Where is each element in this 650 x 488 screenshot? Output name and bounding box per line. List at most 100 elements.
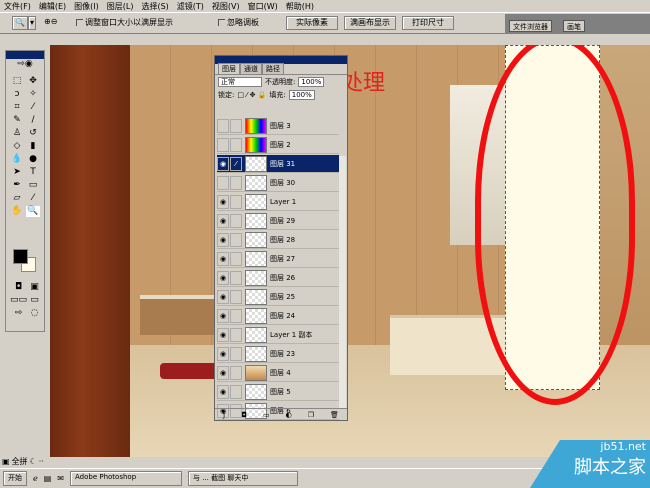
menu-item[interactable]: 视图(V): [212, 1, 240, 12]
ignore-palettes-checkbox[interactable]: 忽略调板: [218, 17, 259, 28]
notes-tool-icon[interactable]: ▱: [10, 193, 24, 204]
link-toggle[interactable]: [230, 384, 242, 399]
adjustment-layer-icon[interactable]: ◐: [286, 411, 292, 419]
layer-row[interactable]: 图层 2: [217, 136, 339, 154]
layer-row[interactable]: ◉ 图层 26: [217, 269, 339, 287]
actual-pixels-button[interactable]: 实际像素: [286, 16, 338, 30]
visibility-eye-icon[interactable]: ◉: [217, 365, 229, 380]
desktop-icon[interactable]: ▤: [44, 474, 52, 483]
add-mask-icon[interactable]: ◘: [241, 411, 247, 419]
link-toggle[interactable]: [230, 175, 242, 190]
visibility-eye-icon[interactable]: ◉: [217, 194, 229, 209]
visibility-eye-icon[interactable]: ◉: [217, 251, 229, 266]
lasso-tool-icon[interactable]: ↄ: [10, 89, 24, 100]
link-toggle[interactable]: [230, 346, 242, 361]
link-toggle[interactable]: [230, 251, 242, 266]
visibility-eye-icon[interactable]: ◉: [217, 308, 229, 323]
screen-mode-icon[interactable]: ▭▭: [10, 295, 27, 306]
layer-row[interactable]: ◉ 图层 28: [217, 231, 339, 249]
visibility-eye-icon[interactable]: ◉: [217, 327, 229, 342]
layer-row[interactable]: ◉ 图层 5: [217, 383, 339, 401]
marquee-tool-icon[interactable]: ⬚: [10, 76, 24, 87]
blur-tool-icon[interactable]: 💧: [10, 154, 24, 165]
tab-channels[interactable]: 通道: [240, 63, 262, 74]
brush-tool-icon[interactable]: /: [26, 115, 40, 126]
visibility-eye-icon[interactable]: ◉: [217, 270, 229, 285]
document-canvas[interactable]: [50, 45, 650, 457]
start-button[interactable]: 开始: [3, 471, 27, 486]
visibility-eye-icon[interactable]: [217, 137, 229, 152]
toolbox-titlebar[interactable]: [6, 51, 44, 59]
magic-wand-icon[interactable]: ✧: [26, 89, 40, 100]
layer-row[interactable]: ◉ 图层 4: [217, 364, 339, 382]
history-brush-icon[interactable]: ↺: [26, 128, 40, 139]
link-toggle[interactable]: [230, 213, 242, 228]
tab-paths[interactable]: 路径: [262, 63, 284, 74]
link-toggle[interactable]: [230, 194, 242, 209]
visibility-eye-icon[interactable]: [217, 175, 229, 190]
blend-mode-select[interactable]: 正常: [218, 76, 262, 87]
link-toggle[interactable]: [230, 308, 242, 323]
link-toggle[interactable]: [230, 232, 242, 247]
menu-item[interactable]: 滤镜(T): [177, 1, 204, 12]
layer-row[interactable]: ◉ ⁄ 图层 31: [217, 155, 339, 173]
layer-row[interactable]: ◉ 图层 25: [217, 288, 339, 306]
type-tool-icon[interactable]: T: [26, 167, 40, 178]
zoom-tool-icon[interactable]: 🔍: [26, 206, 40, 217]
zoom-in-out-icons[interactable]: ⊕⊖: [44, 17, 57, 26]
taskbar-chat[interactable]: 与 ... 截图 聊天中: [188, 471, 298, 486]
link-toggle[interactable]: [230, 289, 242, 304]
layer-row[interactable]: ◉ 图层 29: [217, 212, 339, 230]
menu-item[interactable]: 选择(S): [141, 1, 168, 12]
move-tool-icon[interactable]: ✥: [26, 76, 40, 87]
outlook-icon[interactable]: ✉: [57, 474, 64, 483]
visibility-eye-icon[interactable]: [217, 118, 229, 133]
menu-item[interactable]: 窗口(W): [248, 1, 278, 12]
layer-row[interactable]: ◉ Layer 1 副本: [217, 326, 339, 344]
eraser-tool-icon[interactable]: ◇: [10, 141, 24, 152]
shape-tool-icon[interactable]: ▭: [26, 180, 40, 191]
foreground-color-swatch[interactable]: [13, 249, 28, 264]
slice-tool-icon[interactable]: ⁄: [26, 102, 40, 113]
layer-row[interactable]: ◉ 图层 23: [217, 345, 339, 363]
standard-mode-icon[interactable]: ◘: [10, 282, 27, 293]
menu-item[interactable]: 编辑(E): [39, 1, 66, 12]
print-size-button[interactable]: 打印尺寸: [402, 16, 454, 30]
tab-brushes[interactable]: 画笔: [563, 20, 585, 32]
visibility-eye-icon[interactable]: ◉: [217, 289, 229, 304]
link-toggle[interactable]: [230, 137, 242, 152]
tab-file-browser[interactable]: 文件浏览器: [509, 20, 552, 32]
visibility-eye-icon[interactable]: ◉: [217, 213, 229, 228]
pen-tool-icon[interactable]: ✒: [10, 180, 24, 191]
stamp-tool-icon[interactable]: ♙: [10, 128, 24, 139]
link-toggle[interactable]: [230, 270, 242, 285]
crop-tool-icon[interactable]: ⌗: [10, 102, 24, 113]
path-select-icon[interactable]: ➤: [10, 167, 24, 178]
layer-row[interactable]: ◉ 图层 24: [217, 307, 339, 325]
ime-icon[interactable]: ▣: [2, 457, 10, 466]
menu-item[interactable]: 图像(I): [74, 1, 99, 12]
menu-item[interactable]: 图层(L): [107, 1, 134, 12]
new-layer-icon[interactable]: ❐: [308, 411, 314, 419]
link-toggle[interactable]: [230, 327, 242, 342]
moon-icon[interactable]: ☾: [30, 457, 37, 466]
zoom-tool-preset[interactable]: 🔍: [12, 16, 28, 30]
visibility-eye-icon[interactable]: ◉: [217, 384, 229, 399]
eyedropper-icon[interactable]: ⁄: [26, 193, 40, 204]
fill-field[interactable]: 100%: [288, 89, 315, 100]
preset-dropdown[interactable]: ▾: [28, 16, 36, 30]
taskbar-photoshop[interactable]: Adobe Photoshop: [70, 471, 182, 486]
delete-layer-icon[interactable]: 🗑: [330, 411, 339, 419]
layer-row[interactable]: ◉ Layer 1: [217, 193, 339, 211]
healing-brush-icon[interactable]: ✎: [10, 115, 24, 126]
full-screen-icon[interactable]: ▭: [29, 295, 40, 306]
gradient-tool-icon[interactable]: ▮: [26, 141, 40, 152]
menu-item[interactable]: 帮助(H): [286, 1, 314, 12]
jump-icon[interactable]: ◌: [29, 308, 40, 319]
menu-item[interactable]: 文件(F): [4, 1, 31, 12]
fit-screen-button[interactable]: 满画布显示: [344, 16, 396, 30]
punct-icon[interactable]: ··: [39, 457, 44, 466]
link-toggle[interactable]: [230, 365, 242, 380]
layer-row[interactable]: ◉ 图层 27: [217, 250, 339, 268]
link-toggle[interactable]: [230, 118, 242, 133]
